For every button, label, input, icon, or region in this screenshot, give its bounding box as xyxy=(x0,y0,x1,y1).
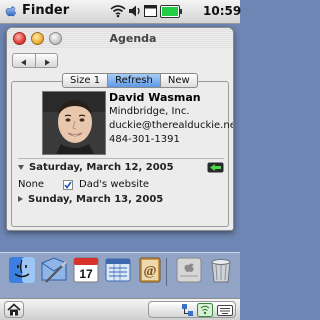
window-titlebar[interactable]: Agenda xyxy=(7,28,233,49)
apple-icon[interactable] xyxy=(3,4,19,20)
dock-separator xyxy=(166,258,167,286)
contact-details: David Wasman Mindbridge, Inc. duckie@the… xyxy=(109,91,233,147)
event-checkbox[interactable] xyxy=(63,180,73,190)
day-2-label: Sunday, March 13, 2005 xyxy=(28,194,164,205)
system-preferences-icon[interactable] xyxy=(175,256,203,284)
agenda-window: Agenda David Wasman Mindbridge, Inc. duc… xyxy=(6,27,234,231)
home-button[interactable] xyxy=(4,301,24,318)
app-title[interactable]: Finder xyxy=(22,3,69,18)
forward-button[interactable] xyxy=(36,54,58,67)
volume-icon[interactable] xyxy=(128,4,142,18)
contact-name[interactable]: David Wasman xyxy=(109,91,233,105)
system-tray xyxy=(148,301,236,318)
contact-photo xyxy=(42,91,106,155)
separator xyxy=(18,158,224,159)
home-icon xyxy=(7,303,21,316)
wireless-icon[interactable] xyxy=(197,303,213,317)
view-tabs: Size 1 Refresh New xyxy=(62,73,198,88)
tab-size-1[interactable]: Size 1 xyxy=(63,74,109,87)
event-row[interactable]: None Dad's website xyxy=(18,179,224,193)
trash-icon[interactable] xyxy=(207,256,235,284)
dashboard-icon[interactable] xyxy=(104,256,132,284)
contact-company: Mindbridge, Inc. xyxy=(109,106,190,117)
window-icon[interactable] xyxy=(144,5,157,17)
svg-text:@: @ xyxy=(143,264,156,279)
bottom-bar xyxy=(0,298,240,320)
contact-phone[interactable]: 484-301-1391 xyxy=(109,133,233,147)
address-book-icon[interactable]: @ xyxy=(136,256,164,284)
calendar-icon[interactable]: 17 xyxy=(72,256,100,284)
keyboard-icon[interactable] xyxy=(217,303,233,317)
contact-email[interactable]: duckie@therealduckie.net xyxy=(109,119,233,133)
status-bar: Finder 10:59 xyxy=(0,0,241,24)
tab-refresh[interactable]: Refresh xyxy=(108,74,161,87)
day-header-1[interactable]: Saturday, March 12, 2005 xyxy=(18,162,174,173)
connectivity-icon[interactable] xyxy=(181,303,194,317)
navigation-buttons xyxy=(12,53,58,68)
clock[interactable]: 10:59 xyxy=(203,4,241,18)
day-1-label: Saturday, March 12, 2005 xyxy=(29,162,174,173)
event-title[interactable]: Dad's website xyxy=(79,179,149,190)
finder-icon[interactable] xyxy=(8,256,36,284)
event-time: None xyxy=(18,179,45,190)
agenda-content: David Wasman Mindbridge, Inc. duckie@the… xyxy=(11,81,233,227)
right-arrow-icon xyxy=(45,59,50,66)
disclosure-right-icon[interactable] xyxy=(18,196,23,202)
window-title: Agenda xyxy=(109,32,157,45)
disclosure-down-icon[interactable] xyxy=(18,164,24,170)
tab-new[interactable]: New xyxy=(161,74,197,87)
day-header-2[interactable]: Sunday, March 13, 2005 xyxy=(18,194,163,205)
battery-icon[interactable] xyxy=(160,5,182,18)
dock: 17 @ xyxy=(0,252,240,298)
left-arrow-icon xyxy=(21,59,26,66)
green-arrow-icon[interactable] xyxy=(207,162,224,173)
checkmark-icon xyxy=(64,181,72,189)
calendar-date: 17 xyxy=(79,267,93,281)
wifi-icon[interactable] xyxy=(110,4,126,18)
back-button[interactable] xyxy=(13,54,35,67)
mail-icon[interactable] xyxy=(40,256,68,284)
